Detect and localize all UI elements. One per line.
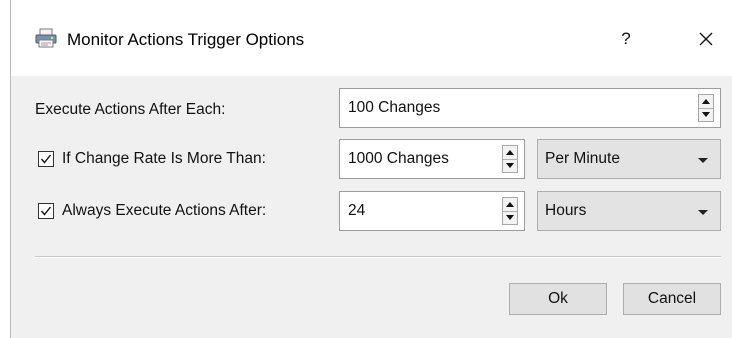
change-rate-spinner[interactable] xyxy=(502,145,518,173)
chevron-down-icon xyxy=(698,210,708,215)
title-bar[interactable]: Monitor Actions Trigger Options ? xyxy=(11,0,732,76)
always-execute-field[interactable]: 24 xyxy=(339,191,525,231)
spin-down-icon[interactable] xyxy=(503,159,517,172)
spin-up-icon[interactable] xyxy=(503,198,517,212)
spin-down-icon[interactable] xyxy=(503,211,517,224)
change-rate-checkbox[interactable] xyxy=(38,151,54,167)
execute-after-each-field[interactable]: 100 Changes xyxy=(339,88,721,128)
cancel-button[interactable]: Cancel xyxy=(623,283,721,315)
spin-up-icon[interactable] xyxy=(503,146,517,160)
close-button[interactable] xyxy=(691,25,721,53)
help-button[interactable]: ? xyxy=(611,25,641,53)
dialog-title: Monitor Actions Trigger Options xyxy=(67,30,305,49)
change-rate-label: If Change Rate Is More Than: xyxy=(62,150,266,167)
trigger-options-dialog: Monitor Actions Trigger Options ? Execut… xyxy=(10,0,732,338)
always-execute-checkbox[interactable] xyxy=(38,203,54,219)
checkmark-icon xyxy=(40,206,52,216)
checkmark-icon xyxy=(40,154,52,164)
change-rate-value[interactable]: 1000 Changes xyxy=(348,150,449,168)
execute-after-each-label: Execute Actions After Each: xyxy=(35,101,226,118)
chevron-down-icon xyxy=(698,158,708,163)
always-execute-label: Always Execute Actions After: xyxy=(62,202,267,219)
ok-button[interactable]: Ok xyxy=(509,283,607,315)
execute-after-each-value[interactable]: 100 Changes xyxy=(348,99,440,117)
always-execute-spinner[interactable] xyxy=(502,197,518,225)
spin-down-icon[interactable] xyxy=(699,108,713,121)
change-rate-unit-value: Per Minute xyxy=(545,150,620,167)
change-rate-unit-select[interactable]: Per Minute xyxy=(537,139,721,179)
always-execute-value[interactable]: 24 xyxy=(348,202,365,220)
printer-app-icon xyxy=(35,28,57,48)
close-icon xyxy=(698,30,714,47)
always-execute-unit-select[interactable]: Hours xyxy=(537,191,721,231)
change-rate-field[interactable]: 1000 Changes xyxy=(339,139,525,179)
separator-line xyxy=(35,256,721,258)
execute-after-each-spinner[interactable] xyxy=(698,94,714,122)
spin-up-icon[interactable] xyxy=(699,95,713,109)
always-execute-unit-value: Hours xyxy=(545,202,587,219)
